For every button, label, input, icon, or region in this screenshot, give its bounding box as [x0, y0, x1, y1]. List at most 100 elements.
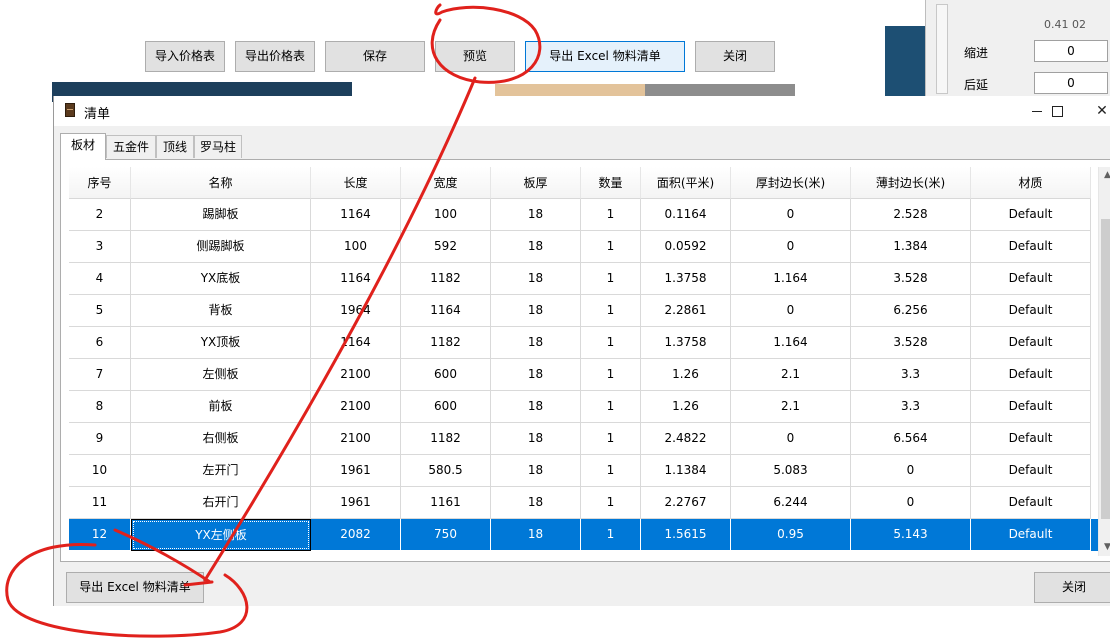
cell-col-material[interactable]: Default [971, 455, 1091, 487]
cell-col-qty[interactable]: 1 [581, 423, 641, 455]
header-col-thickness[interactable]: 板厚 [491, 167, 581, 199]
cell-col-material[interactable]: Default [971, 295, 1091, 327]
cell-col-thickness[interactable]: 18 [491, 199, 581, 231]
table-row[interactable]: 5 背板 1964 1164 18 1 2.2861 0 6.256 Default [69, 295, 1099, 327]
cell-col-width[interactable]: 600 [401, 359, 491, 391]
cell-col-material[interactable]: Default [971, 327, 1091, 359]
cell-col-thick-edge[interactable]: 0.95 [731, 519, 851, 551]
cell-col-area[interactable]: 1.26 [641, 359, 731, 391]
cell-col-width[interactable]: 1164 [401, 295, 491, 327]
cell-col-qty[interactable]: 1 [581, 231, 641, 263]
cell-col-thick-edge[interactable]: 0 [731, 231, 851, 263]
properties-scrollbar[interactable] [936, 4, 948, 94]
cell-col-seq[interactable]: 4 [69, 263, 131, 295]
table-scrollbar[interactable]: ▲ ▼ [1098, 167, 1110, 556]
cell-col-thick-edge[interactable]: 2.1 [731, 391, 851, 423]
cell-col-qty[interactable]: 1 [581, 519, 641, 551]
cell-col-thickness[interactable]: 18 [491, 327, 581, 359]
cell-col-material[interactable]: Default [971, 519, 1091, 551]
cell-col-width[interactable]: 750 [401, 519, 491, 551]
cell-col-length[interactable]: 2100 [311, 359, 401, 391]
cell-col-qty[interactable]: 1 [581, 263, 641, 295]
delay-input[interactable]: 0 [1034, 72, 1108, 94]
cell-col-length[interactable]: 2100 [311, 423, 401, 455]
save-button[interactable]: 保存 [325, 41, 425, 72]
cell-col-thin-edge[interactable]: 6.564 [851, 423, 971, 455]
header-col-seq[interactable]: 序号 [69, 167, 131, 199]
cell-col-name[interactable]: 踢脚板 [131, 199, 311, 231]
cell-col-thick-edge[interactable]: 0 [731, 295, 851, 327]
table-row[interactable]: 4 YX底板 1164 1182 18 1 1.3758 1.164 3.528 Default [69, 263, 1099, 295]
cell-col-area[interactable]: 1.3758 [641, 263, 731, 295]
cell-col-length[interactable]: 1164 [311, 199, 401, 231]
cell-col-qty[interactable]: 1 [581, 487, 641, 519]
cell-col-area[interactable]: 1.3758 [641, 327, 731, 359]
cell-col-thick-edge[interactable]: 2.1 [731, 359, 851, 391]
cell-col-length[interactable]: 100 [311, 231, 401, 263]
cell-col-seq[interactable]: 8 [69, 391, 131, 423]
table-row[interactable]: 7 左侧板 2100 600 18 1 1.26 2.1 3.3 Default [69, 359, 1099, 391]
cell-col-length[interactable]: 2082 [311, 519, 401, 551]
cell-col-width[interactable]: 100 [401, 199, 491, 231]
cell-col-width[interactable]: 580.5 [401, 455, 491, 487]
dialog-titlebar[interactable]: 清单 ✕ [54, 96, 1110, 126]
cell-col-area[interactable]: 0.1164 [641, 199, 731, 231]
scroll-down-icon[interactable]: ▼ [1099, 539, 1110, 556]
header-col-material[interactable]: 材质 [971, 167, 1091, 199]
cell-col-area[interactable]: 2.2861 [641, 295, 731, 327]
cell-col-material[interactable]: Default [971, 263, 1091, 295]
cell-col-width[interactable]: 600 [401, 391, 491, 423]
cell-col-thin-edge[interactable]: 2.528 [851, 199, 971, 231]
cell-col-thickness[interactable]: 18 [491, 455, 581, 487]
cell-col-thick-edge[interactable]: 5.083 [731, 455, 851, 487]
tab-roman-column[interactable]: 罗马柱 [194, 135, 242, 158]
cell-col-name[interactable]: YX底板 [131, 263, 311, 295]
cell-col-area[interactable]: 2.4822 [641, 423, 731, 455]
cell-col-seq[interactable]: 3 [69, 231, 131, 263]
cell-col-area[interactable]: 1.5615 [641, 519, 731, 551]
cell-col-thin-edge[interactable]: 5.143 [851, 519, 971, 551]
cell-col-name[interactable]: YX顶板 [131, 327, 311, 359]
cell-col-qty[interactable]: 1 [581, 295, 641, 327]
cell-col-thin-edge[interactable]: 3.3 [851, 359, 971, 391]
export-excel-toolbar-button[interactable]: 导出 Excel 物料清单 [525, 41, 685, 72]
header-col-length[interactable]: 长度 [311, 167, 401, 199]
cell-col-thick-edge[interactable]: 0 [731, 423, 851, 455]
cell-col-thin-edge[interactable]: 3.528 [851, 327, 971, 359]
header-col-thin-edge[interactable]: 薄封边长(米) [851, 167, 971, 199]
cell-col-seq[interactable]: 10 [69, 455, 131, 487]
cell-col-thickness[interactable]: 18 [491, 487, 581, 519]
cell-col-thick-edge[interactable]: 1.164 [731, 263, 851, 295]
cell-col-area[interactable]: 0.0592 [641, 231, 731, 263]
indent-input[interactable]: 0 [1034, 40, 1108, 62]
cell-col-length[interactable]: 1961 [311, 455, 401, 487]
export-excel-button[interactable]: 导出 Excel 物料清单 [66, 572, 204, 603]
scroll-thumb[interactable] [1101, 219, 1110, 519]
cell-col-qty[interactable]: 1 [581, 199, 641, 231]
cell-col-name[interactable]: 左开门 [131, 455, 311, 487]
close-icon[interactable]: ✕ [1084, 100, 1110, 122]
cell-col-seq[interactable]: 11 [69, 487, 131, 519]
cell-col-qty[interactable]: 1 [581, 327, 641, 359]
cell-col-length[interactable]: 2100 [311, 391, 401, 423]
cell-col-seq[interactable]: 5 [69, 295, 131, 327]
table-row[interactable]: 2 踢脚板 1164 100 18 1 0.1164 0 2.528 Default [69, 199, 1099, 231]
preview-button[interactable]: 预览 [435, 41, 515, 72]
cell-col-name[interactable]: 侧踢脚板 [131, 231, 311, 263]
table-row[interactable]: 10 左开门 1961 580.5 18 1 1.1384 5.083 0 Default [69, 455, 1099, 487]
cell-col-width[interactable]: 1182 [401, 263, 491, 295]
header-col-name[interactable]: 名称 [131, 167, 311, 199]
cell-col-length[interactable]: 1164 [311, 327, 401, 359]
cell-col-material[interactable]: Default [971, 391, 1091, 423]
import-price-button[interactable]: 导入价格表 [145, 41, 225, 72]
cell-col-thickness[interactable]: 18 [491, 295, 581, 327]
header-col-area[interactable]: 面积(平米) [641, 167, 731, 199]
cell-col-thick-edge[interactable]: 1.164 [731, 327, 851, 359]
table-row[interactable]: 11 右开门 1961 1161 18 1 2.2767 6.244 0 Default [69, 487, 1099, 519]
cell-col-thickness[interactable]: 18 [491, 263, 581, 295]
cell-col-thickness[interactable]: 18 [491, 391, 581, 423]
cell-col-width[interactable]: 1161 [401, 487, 491, 519]
cell-col-thick-edge[interactable]: 0 [731, 199, 851, 231]
header-col-width[interactable]: 宽度 [401, 167, 491, 199]
cell-col-seq[interactable]: 7 [69, 359, 131, 391]
